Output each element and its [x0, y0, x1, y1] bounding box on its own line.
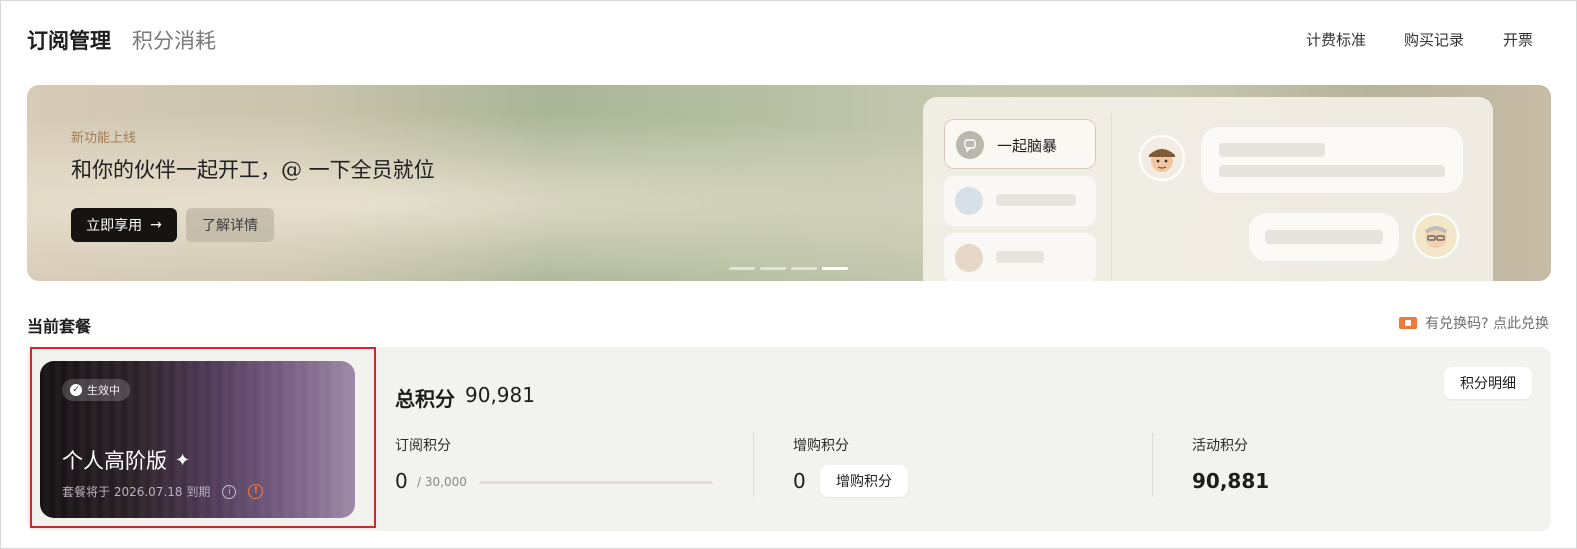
purchased-points-label: 增购积分	[793, 438, 849, 454]
carousel-dot-active[interactable]	[822, 267, 848, 270]
placeholder-bar	[1219, 165, 1445, 177]
tab-points-consumption[interactable]: 积分消耗	[132, 25, 216, 55]
illustration-message	[1201, 127, 1463, 193]
illustration-chip-label: 一起脑暴	[997, 137, 1058, 155]
total-points-label: 总积分	[395, 387, 455, 411]
arrow-right-icon: →	[150, 217, 162, 233]
column-divider	[1152, 433, 1153, 497]
buy-points-button[interactable]: 增购积分	[820, 465, 908, 497]
carousel-dot[interactable]	[791, 267, 817, 270]
placeholder-bar	[1219, 143, 1325, 157]
promo-banner: 新功能上线 和你的伙伴一起开工，@ 一下全员就位 立即享用 → 了解详情 一起脑…	[27, 85, 1551, 281]
total-points: 总积分 90,981	[395, 383, 535, 412]
current-plan-title: 当前套餐	[27, 317, 92, 336]
placeholder-bar	[1265, 230, 1383, 244]
chat-icon	[955, 187, 983, 215]
banner-headline: 和你的伙伴一起开工，@ 一下全员就位	[71, 158, 435, 182]
carousel-dot[interactable]	[760, 267, 786, 270]
illustration-chip-selected: 一起脑暴	[944, 119, 1096, 169]
try-now-button[interactable]: 立即享用 →	[71, 208, 177, 242]
illustration-divider	[1111, 113, 1112, 281]
avatar-icon	[1139, 135, 1185, 181]
placeholder-bar	[996, 194, 1076, 206]
purchase-history-link[interactable]: 购买记录	[1404, 29, 1464, 50]
subscription-progress-bar	[479, 481, 713, 484]
chat-icon	[955, 244, 983, 272]
banner-kicker: 新功能上线	[71, 131, 137, 146]
chat-icon	[956, 131, 984, 159]
purchased-points-value: 0	[793, 469, 806, 493]
redeem-code-label: 有兑换码? 点此兑换	[1425, 316, 1549, 332]
total-points-value: 90,981	[465, 383, 535, 407]
activity-points-value: 90,881	[1192, 469, 1270, 493]
illustration-message	[1249, 213, 1399, 261]
column-divider	[753, 433, 754, 497]
ticket-icon	[1399, 317, 1418, 329]
feature-illustration: 一起脑暴	[923, 97, 1493, 281]
billing-standard-link[interactable]: 计费标准	[1306, 29, 1366, 50]
illustration-chip	[944, 233, 1096, 281]
activity-points-label: 活动积分	[1192, 438, 1248, 454]
carousel-dot[interactable]	[729, 267, 755, 270]
illustration-chip	[944, 176, 1096, 226]
try-now-label: 立即享用	[86, 218, 143, 234]
selection-highlight	[30, 347, 376, 528]
placeholder-bar	[996, 251, 1044, 263]
carousel-indicator	[729, 267, 848, 270]
points-detail-button[interactable]: 积分明细	[1444, 367, 1532, 399]
invoice-link[interactable]: 开票	[1503, 29, 1533, 50]
avatar-icon	[1413, 213, 1459, 259]
subscription-points-label: 订阅积分	[395, 438, 451, 454]
subscription-quota: / 30,000	[417, 475, 467, 489]
page-frame: 订阅管理 积分消耗 计费标准 购买记录 开票 新功能上线 和你的伙伴一起开工，@…	[0, 0, 1577, 549]
learn-more-button[interactable]: 了解详情	[186, 208, 274, 242]
tab-subscription-management[interactable]: 订阅管理	[27, 25, 111, 55]
subscription-points-value: 0	[395, 469, 408, 493]
redeem-code-link[interactable]: 有兑换码? 点此兑换	[1399, 313, 1549, 333]
